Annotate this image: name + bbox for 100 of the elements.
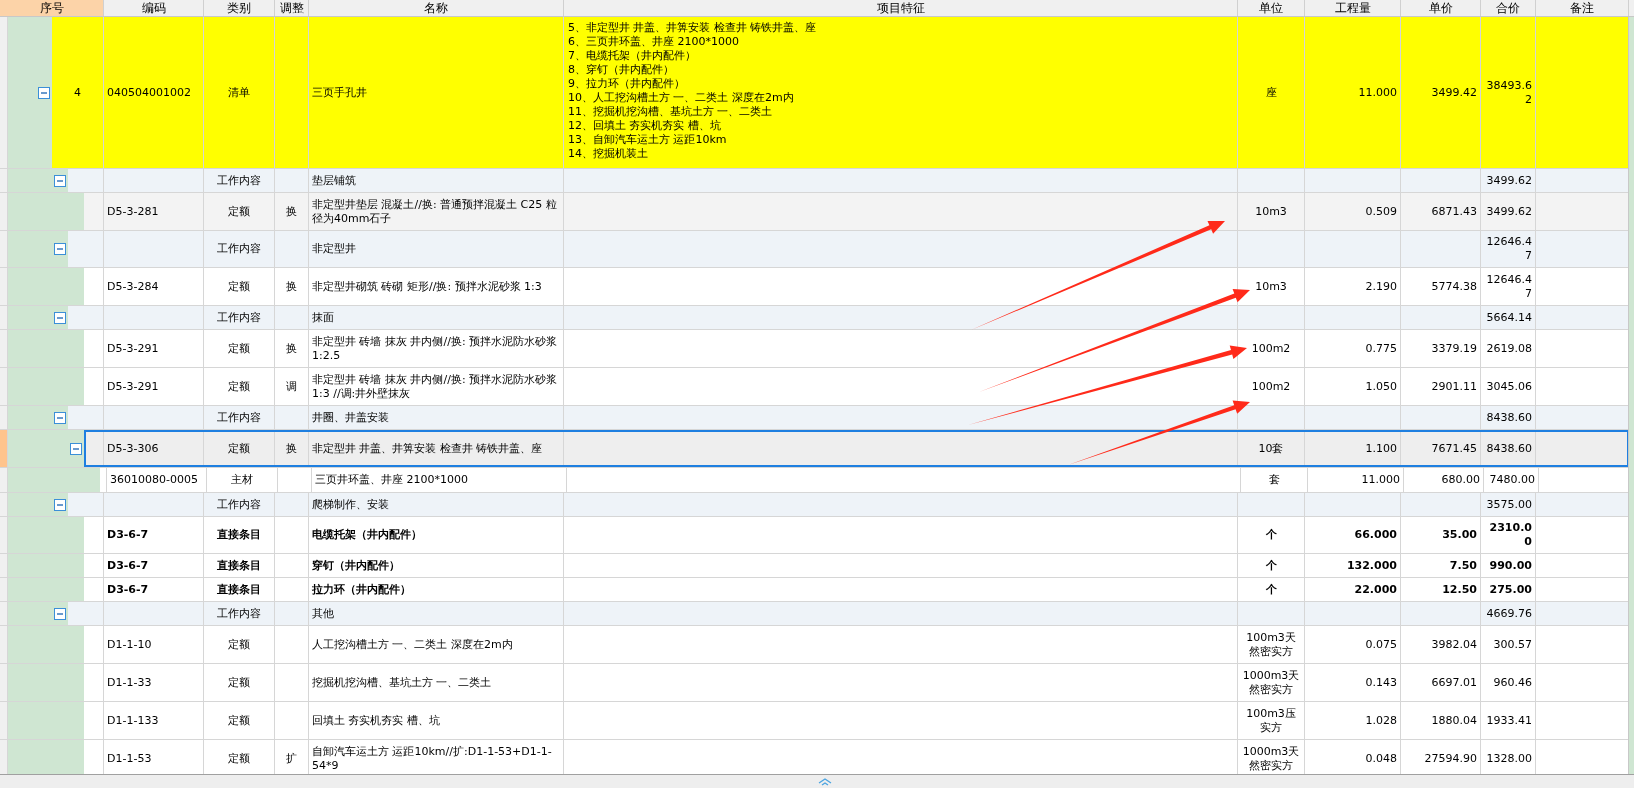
tree-toggle[interactable] — [54, 311, 66, 324]
feature-line: 10、人工挖沟槽土方 一、二类土 深度在2m内 — [568, 91, 795, 105]
table-cell: 定额 — [228, 441, 250, 456]
row-header[interactable] — [0, 517, 8, 553]
table-cell: 直接条目 — [217, 558, 261, 573]
row-header[interactable] — [0, 268, 8, 305]
table-row[interactable]: 工作内容 其他 4669.76 — [68, 602, 1628, 625]
table-cell: 040504001002 — [107, 85, 191, 100]
table-cell-text: 非定型井 砖墙 抹灰 井内侧//换: 预拌水泥防水砂浆 1:3 //调:井外壁抹灰 — [312, 372, 559, 401]
table-cell: 5774.38 — [1431, 279, 1477, 294]
table-cell: 36010080-0005 — [110, 473, 198, 487]
tree-toggle[interactable] — [54, 243, 66, 255]
table-cell: 扩 — [286, 751, 297, 766]
table-cell-text: 2310.00 — [1488, 521, 1532, 549]
row-header[interactable] — [0, 493, 8, 516]
table-cell: 个 — [1265, 582, 1277, 597]
table-cell: 7671.45 — [1431, 441, 1477, 456]
table-cell: 直接条目 — [217, 528, 261, 542]
table-row[interactable]: 工作内容 非定型井 12646.47 — [68, 231, 1628, 267]
table-row[interactable]: D5-3-306 定额 换 非定型井 井盖、井箅安装 检查井 铸铁井盖、座 10套 1.100 7671.45 8438.60 — [84, 430, 1628, 467]
table-cell: 100m2 — [1251, 379, 1291, 394]
table-cell: 垫层铺筑 — [312, 173, 356, 188]
row-header[interactable] — [0, 17, 8, 168]
feature-line: 5、非定型井 井盖、井箅安装 检查井 铸铁井盖、座 — [568, 21, 818, 35]
table-cell: 三页井环盖、井座 2100*1000 — [315, 473, 468, 487]
row-header[interactable] — [0, 430, 8, 467]
table-cell: 工作内容 — [217, 173, 261, 188]
feature-line: 8、穿钉（井内配件） — [568, 63, 675, 77]
row-header[interactable] — [0, 740, 8, 774]
row-header[interactable] — [0, 664, 8, 701]
table-cell: D5-3-284 — [107, 279, 159, 294]
tree-toggle[interactable] — [54, 498, 66, 511]
tree-toggle[interactable] — [54, 607, 66, 620]
table-row[interactable]: 工作内容 垫层铺筑 3499.62 — [68, 169, 1628, 192]
table-cell: 2.190 — [1365, 279, 1397, 294]
table-cell: 定额 — [228, 751, 250, 766]
table-cell: 三页手孔井 — [312, 85, 367, 100]
table-row[interactable]: 工作内容 抹面 5664.14 — [68, 306, 1628, 329]
row-header[interactable] — [0, 231, 8, 267]
row-header[interactable] — [0, 193, 8, 230]
table-cell: 11.000 — [1361, 473, 1400, 487]
table-cell: 680.00 — [1441, 473, 1480, 487]
double-chevron-up-icon[interactable] — [818, 778, 832, 786]
row-header[interactable] — [0, 169, 8, 192]
minus-icon — [56, 245, 64, 253]
table-cell: D1-1-33 — [107, 675, 152, 690]
table-cell: 1880.04 — [1431, 713, 1477, 728]
table-cell: 定额 — [228, 341, 250, 356]
table-cell: 1000m3天然密实方 — [1241, 744, 1301, 773]
row-header[interactable] — [0, 406, 8, 429]
row-header[interactable] — [0, 702, 8, 739]
table-row[interactable] — [52, 17, 1628, 168]
table-row[interactable]: 工作内容 爬梯制作、安装 3575.00 — [68, 493, 1628, 516]
row-header[interactable] — [0, 602, 8, 625]
row-number: 4 — [74, 85, 81, 100]
table-cell: 0.143 — [1365, 675, 1397, 690]
row-header[interactable] — [0, 578, 8, 601]
table-cell: 定额 — [228, 637, 250, 652]
table-row[interactable]: D5-3-281 定额 换 非定型井垫层 混凝土//换: 普通预拌混凝土 C25 粒径为40mm石子 10m3 0.509 6871.43 3499.62 — [84, 193, 1628, 230]
table-cell: 0.075 — [1365, 637, 1397, 652]
table-row[interactable]: 工作内容 井圈、井盖安装 8438.60 — [68, 406, 1628, 429]
table-cell: 换 — [286, 341, 297, 356]
column-header[interactable]: 序号 — [0, 0, 104, 16]
feature-line: 14、挖掘机装土 — [568, 147, 649, 161]
feature-line: 13、自卸汽车运土方 运距10km — [568, 133, 728, 147]
table-cell: 电缆托架（井内配件） — [312, 528, 422, 542]
table-cell-text: 12646.47 — [1485, 235, 1532, 263]
table-cell: 22.000 — [1354, 582, 1397, 597]
row-header[interactable] — [0, 306, 8, 329]
table-cell: 8438.60 — [1486, 441, 1532, 456]
table-cell: D3-6-7 — [107, 528, 149, 542]
table-cell: 工作内容 — [217, 410, 261, 425]
table-cell: 960.46 — [1493, 675, 1532, 690]
table-cell: 工作内容 — [217, 606, 261, 621]
table-cell: 0.509 — [1365, 204, 1397, 219]
table-cell: 4669.76 — [1486, 606, 1532, 621]
row-header[interactable] — [0, 626, 8, 663]
table-cell: 3499.62 — [1486, 204, 1532, 219]
table-cell: D5-3-306 — [107, 441, 159, 456]
table-cell: 132.000 — [1346, 558, 1397, 573]
tree-toggle[interactable] — [70, 442, 82, 455]
table-cell: 1.050 — [1365, 379, 1397, 394]
row-header[interactable] — [0, 554, 8, 577]
table-cell: D3-6-7 — [107, 558, 149, 573]
table-cell: 定额 — [228, 279, 250, 294]
tree-toggle[interactable] — [54, 174, 66, 187]
table-cell: 1.100 — [1365, 441, 1397, 456]
tree-toggle[interactable] — [38, 86, 50, 99]
row-header[interactable] — [0, 368, 8, 405]
table-cell: 换 — [286, 441, 297, 456]
table-cell: 10套 — [1258, 441, 1284, 456]
table-cell: 挖掘机挖沟槽、基坑土方 一、二类土 — [312, 675, 492, 690]
row-header[interactable] — [0, 330, 8, 367]
table-cell: 其他 — [312, 606, 334, 621]
table-cell: 3379.19 — [1431, 341, 1477, 356]
tree-toggle[interactable] — [54, 411, 66, 424]
table-cell: 非定型井 — [312, 242, 356, 256]
table-cell: 工作内容 — [217, 497, 261, 512]
table-cell-text: 100m3天然密实方 — [1245, 630, 1297, 659]
row-header[interactable] — [0, 468, 8, 492]
